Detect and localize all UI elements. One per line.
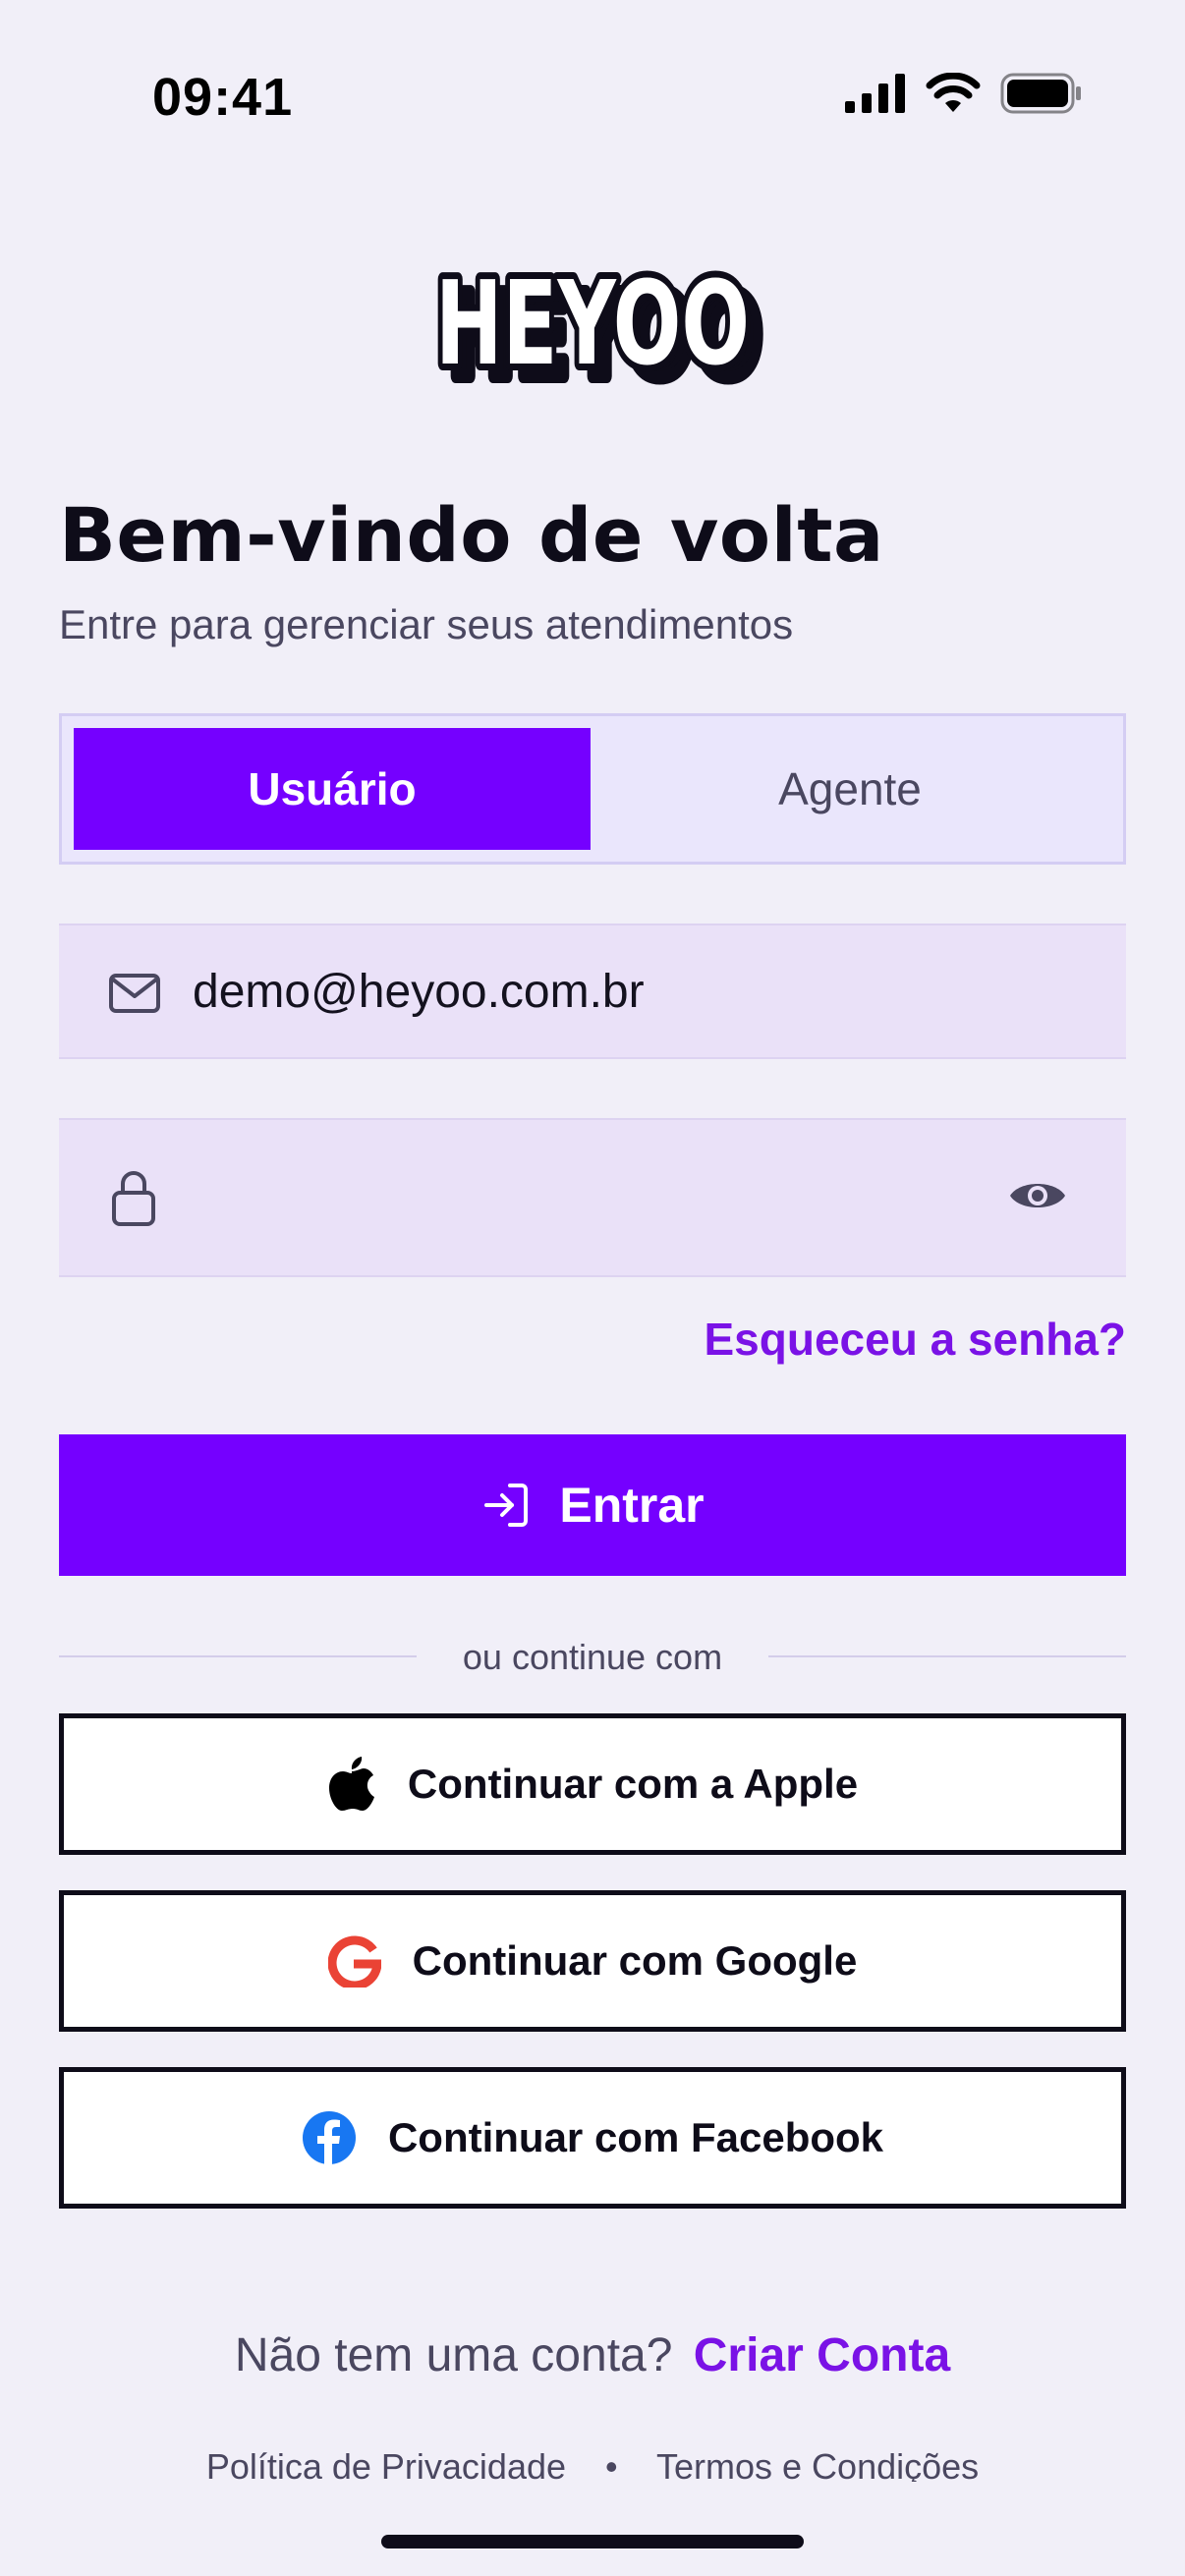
divider-label: ou continue com	[462, 1637, 723, 1677]
google-login-label: Continuar com Google	[412, 1937, 858, 1984]
lock-icon	[112, 1171, 155, 1226]
password-field[interactable]	[59, 1118, 1126, 1277]
status-bar: 09:41	[0, 0, 1185, 187]
status-time: 09:41	[152, 68, 294, 127]
eye-icon[interactable]	[1008, 1175, 1067, 1216]
facebook-login-button[interactable]: Continuar com Facebook	[59, 2067, 1126, 2209]
signup-prompt: Não tem uma conta? Criar Conta	[0, 2328, 1185, 2382]
privacy-policy-link[interactable]: Política de Privacidade	[206, 2446, 566, 2482]
no-account-text: Não tem uma conta?	[234, 2329, 673, 2381]
email-input[interactable]	[193, 925, 998, 1057]
tab-agente[interactable]: Agente	[592, 728, 1108, 850]
logo-graphic: HEYOO HEYOO HEYOO	[428, 249, 769, 411]
login-icon	[484, 1484, 529, 1527]
home-indicator	[381, 2535, 804, 2548]
legal-links: Política de Privacidade • Termos e Condi…	[0, 2446, 1185, 2482]
google-login-button[interactable]: Continuar com Google	[59, 1890, 1126, 2032]
tab-usuario[interactable]: Usuário	[74, 728, 591, 850]
wifi-icon	[926, 73, 981, 112]
divider-line-right	[768, 1655, 1126, 1657]
mail-icon	[109, 974, 160, 1013]
signal-icon	[845, 74, 905, 113]
account-type-toggle: Usuário Agente	[59, 713, 1126, 865]
social-divider: ou continue com	[59, 1631, 1126, 1680]
login-button-label: Entrar	[559, 1478, 705, 1533]
password-input[interactable]	[193, 1120, 998, 1275]
legal-separator: •	[605, 2446, 618, 2482]
apple-login-button[interactable]: Continuar com a Apple	[59, 1713, 1126, 1855]
facebook-icon	[302, 2111, 356, 2165]
battery-icon	[1000, 73, 1081, 114]
apple-icon	[328, 1757, 374, 1811]
status-icons	[845, 73, 1083, 114]
page-subtitle: Entre para gerenciar seus atendimentos	[59, 601, 794, 647]
email-field[interactable]	[59, 924, 1126, 1059]
login-screen: 09:41 HEYOO HEYOO HEYOO Bem-vindo de vol…	[0, 0, 1185, 2576]
forgot-password-link[interactable]: Esqueceu a senha?	[705, 1313, 1127, 1366]
page-title: Bem-vindo de volta	[59, 491, 884, 579]
create-account-link[interactable]: Criar Conta	[694, 2329, 950, 2381]
apple-login-label: Continuar com a Apple	[407, 1761, 859, 1807]
heyoo-logo: HEYOO HEYOO HEYOO	[411, 201, 774, 411]
facebook-login-label: Continuar com Facebook	[387, 2114, 884, 2160]
login-button[interactable]: Entrar	[59, 1434, 1126, 1576]
google-icon	[327, 1935, 381, 1988]
logo-text: HEYOO	[435, 255, 750, 391]
terms-link[interactable]: Termos e Condições	[656, 2446, 979, 2482]
